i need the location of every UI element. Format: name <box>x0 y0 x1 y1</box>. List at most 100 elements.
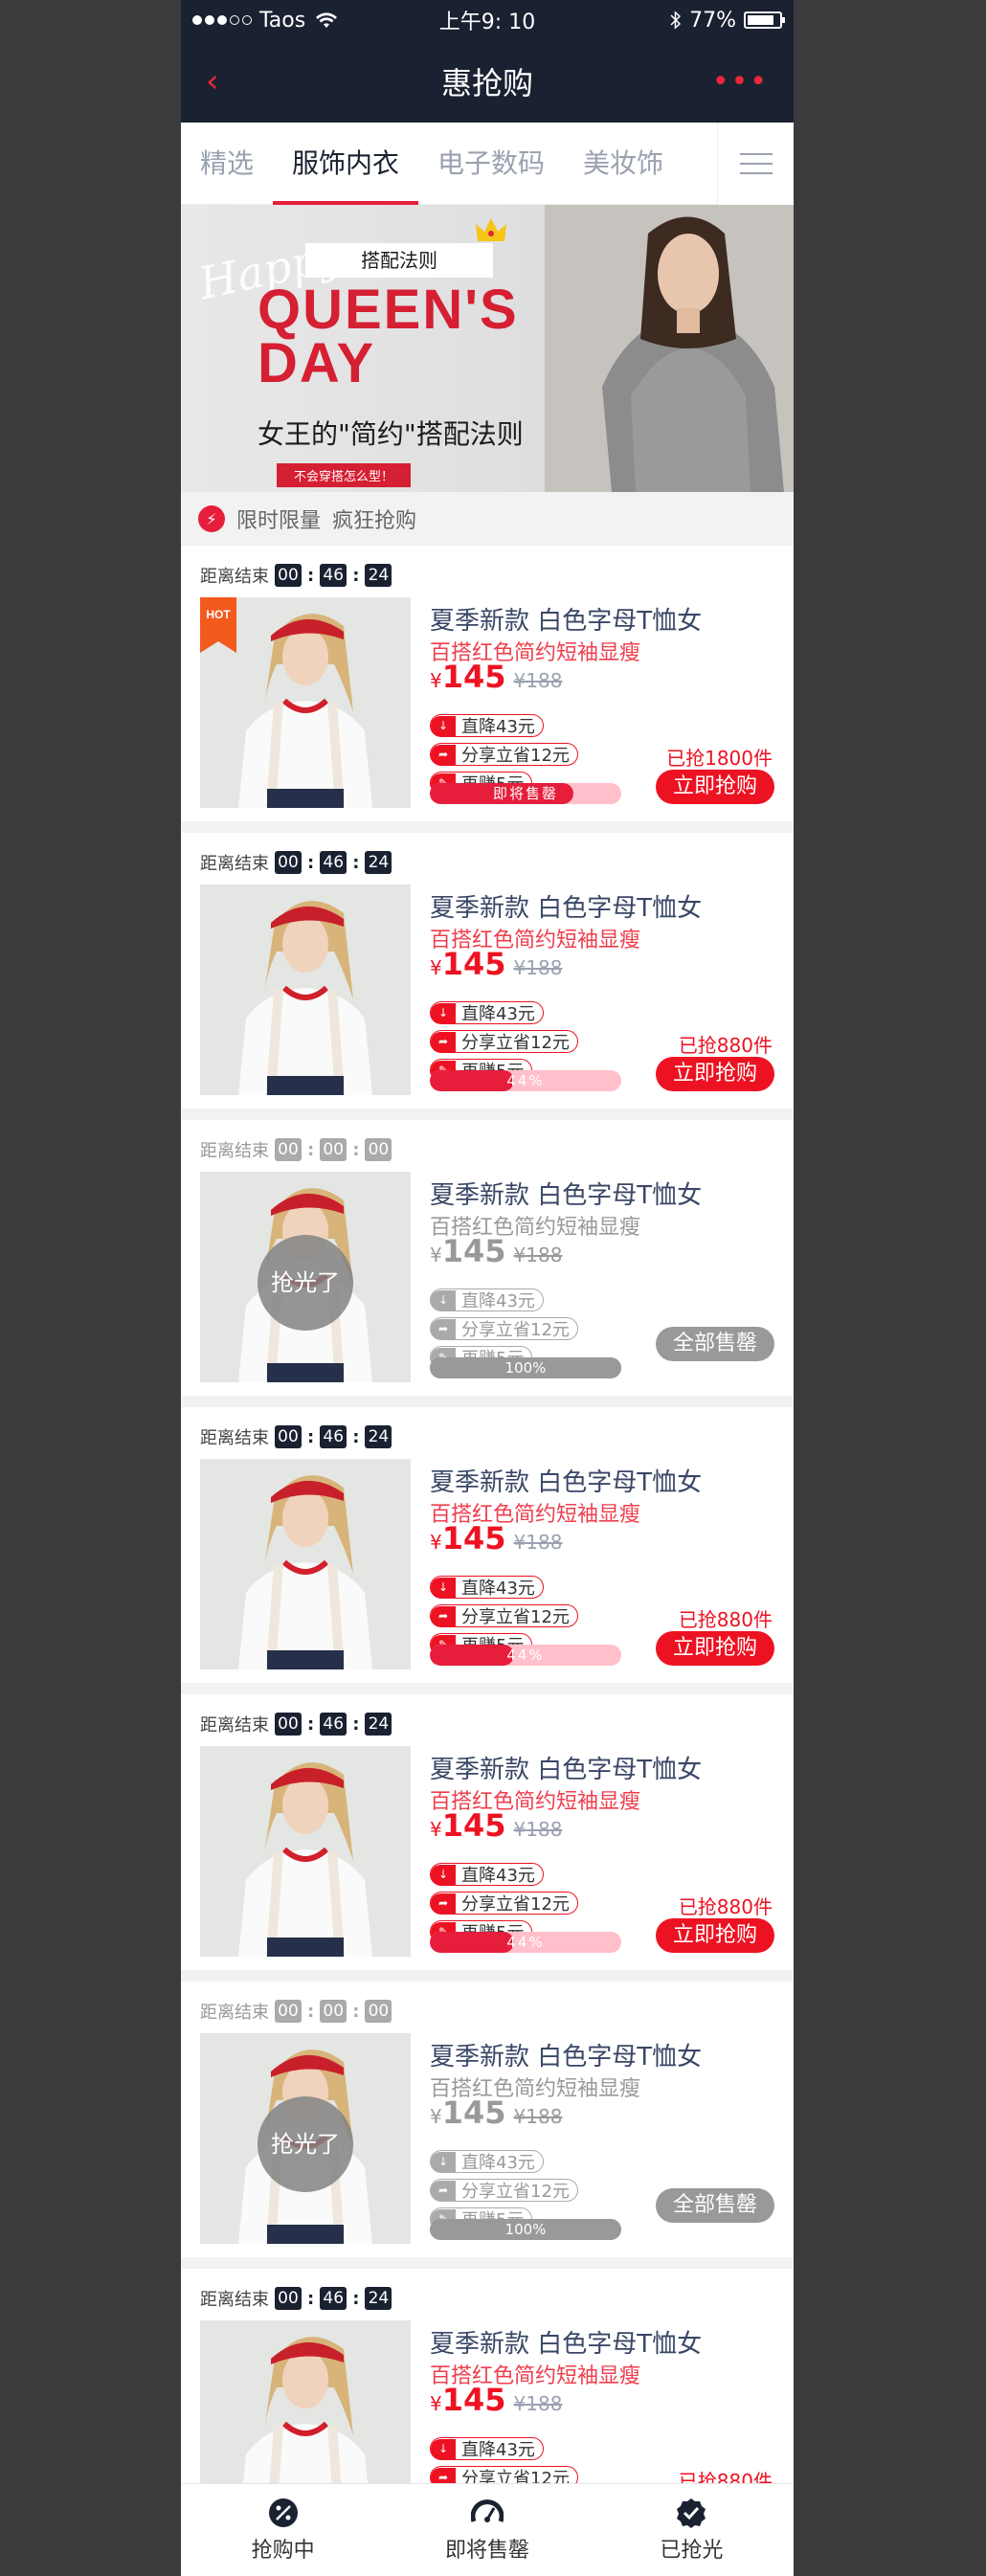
share-save-tag: ➦ 分享立省12元 <box>430 1892 578 1915</box>
product-title[interactable]: 夏季新款 白色字母T恤女 <box>430 1750 702 1785</box>
tab-apparel[interactable]: 服饰内衣 <box>273 123 419 205</box>
buy-now-button[interactable]: 立即抢购 <box>656 1918 774 1953</box>
share-icon: ➦ <box>431 2180 456 2201</box>
product-title[interactable]: 夏季新款 白色字母T恤女 <box>430 1463 702 1498</box>
countdown-label: 距离结束 <box>200 854 269 874</box>
tab-beauty[interactable]: 美妆饰 <box>564 123 683 205</box>
original-price: ¥188 <box>513 2105 563 2128</box>
buy-now-button[interactable]: 立即抢购 <box>656 1057 774 1091</box>
sales-progress-bar: 44% <box>430 1645 621 1666</box>
share-save-tag: ➦ 分享立省12元 <box>430 2179 578 2202</box>
share-icon: ➦ <box>431 1605 456 1626</box>
countdown-separator: : <box>352 1426 360 1447</box>
product-image[interactable]: 抢光了 <box>200 1172 411 1382</box>
product-image[interactable] <box>200 885 411 1095</box>
gauge-icon <box>470 2499 504 2522</box>
countdown-hours: 00 <box>275 564 302 587</box>
product-price: ¥145 ¥188 <box>430 1233 562 1269</box>
grabbed-count: 已抢880件 <box>678 1608 773 1631</box>
share-save-tag: ➦ 分享立省12元 <box>430 1317 578 1340</box>
category-tabs: 精选 服饰内衣 电子数码 美妆饰 <box>181 123 794 205</box>
price-drop-tag: ↓ 直降43元 <box>430 714 544 737</box>
product-image[interactable]: 抢光了 <box>200 2033 411 2244</box>
tag-label: 分享立省12元 <box>461 746 570 766</box>
sales-progress-bar: 即将售罄 <box>430 783 621 804</box>
bottom-nav-label: 即将售罄 <box>444 2539 529 2563</box>
arrow-down-icon: ↓ <box>431 1289 456 1310</box>
tag-label: 直降43元 <box>461 1291 535 1311</box>
price-drop-tag: ↓ 直降43元 <box>430 2437 544 2460</box>
currency-symbol: ¥ <box>430 669 442 692</box>
menu-icon[interactable] <box>717 123 794 205</box>
sale-price: 145 <box>441 659 506 695</box>
progress-text: 44% <box>506 1646 545 1664</box>
countdown-label: 距离结束 <box>200 2290 269 2310</box>
product-price: ¥145 ¥188 <box>430 2094 562 2131</box>
countdown: 距离结束 00:46:24 <box>200 2286 392 2311</box>
product-card[interactable]: 距离结束 00:46:24 夏季新款 白色字母T恤女 百搭红色简约短袖显瘦 ¥145 ¥1… <box>181 1694 794 1970</box>
sold-out-button: 全部售罄 <box>656 2188 774 2223</box>
product-image[interactable]: HOT <box>200 597 411 808</box>
tab-featured[interactable]: 精选 <box>181 123 273 205</box>
product-title[interactable]: 夏季新款 白色字母T恤女 <box>430 601 702 637</box>
countdown-separator: : <box>352 565 360 586</box>
product-image[interactable] <box>200 1746 411 1957</box>
countdown: 距离结束 00:46:24 <box>200 850 392 875</box>
bottom-nav-selling-out[interactable]: 即将售罄 <box>385 2484 589 2576</box>
buy-now-button[interactable]: 立即抢购 <box>656 770 774 804</box>
product-title[interactable]: 夏季新款 白色字母T恤女 <box>430 888 702 924</box>
original-price: ¥188 <box>513 2392 563 2415</box>
promo-banner[interactable]: Happy 搭配法则 QUEEN'S DAY 女王的"简约"搭配法则 不会穿搭怎… <box>181 205 794 492</box>
countdown-minutes: 46 <box>320 564 347 587</box>
countdown-seconds: 24 <box>365 851 392 874</box>
bottom-nav-sold-out[interactable]: 已抢光 <box>590 2484 794 2576</box>
product-price: ¥145 ¥188 <box>430 946 562 982</box>
more-icon[interactable]: ••• <box>712 65 769 99</box>
product-card[interactable]: 距离结束 00:46:24 夏季新款 白色字母T恤女 百搭红色简约短袖显瘦 ¥145 ¥1… <box>181 833 794 1109</box>
battery-icon <box>744 11 785 29</box>
countdown-hours: 00 <box>275 1713 302 1736</box>
check-badge-icon <box>677 2498 706 2528</box>
back-icon[interactable]: ‹ <box>206 62 219 101</box>
product-card[interactable]: 距离结束 00:00:00 抢光了 夏季新款 白色字母T恤女 百搭红色简约短袖显瘦 ¥14… <box>181 1982 794 2257</box>
sale-price: 145 <box>441 2382 506 2418</box>
product-price: ¥145 ¥188 <box>430 659 562 695</box>
countdown-separator: : <box>352 852 360 873</box>
sales-progress-bar: 100% <box>430 1357 621 1378</box>
sold-over-badge: 抢光了 <box>258 2096 353 2192</box>
price-drop-tag: ↓ 直降43元 <box>430 1576 544 1599</box>
product-card[interactable]: 距离结束 00:46:24 HOT 夏季新款 白色字母T恤女 百搭红色简约短袖显瘦 ¥14… <box>181 546 794 821</box>
banner-tip: 不会穿搭怎么型！ <box>277 463 412 487</box>
bottom-nav-label: 已抢光 <box>660 2539 724 2563</box>
product-card[interactable]: 距离结束 00:00:00 抢光了 夏季新款 白色字母T恤女 百搭红色简约短袖显瘦 ¥14… <box>181 1120 794 1396</box>
product-card[interactable]: 距离结束 00:46:24 夏季新款 白色字母T恤女 百搭红色简约短袖显瘦 ¥145 ¥1… <box>181 1407 794 1683</box>
bottom-nav-on-sale[interactable]: 抢购中 <box>181 2484 385 2576</box>
product-title[interactable]: 夏季新款 白色字母T恤女 <box>430 2324 702 2360</box>
countdown-hours: 00 <box>275 1138 302 1161</box>
product-image[interactable] <box>200 1459 411 1669</box>
tag-label: 分享立省12元 <box>461 2182 570 2202</box>
battery-percent: 77% <box>689 8 736 33</box>
countdown-hours: 00 <box>275 2287 302 2310</box>
countdown-separator: : <box>307 2288 315 2309</box>
countdown-separator: : <box>307 852 315 873</box>
product-title[interactable]: 夏季新款 白色字母T恤女 <box>430 2037 702 2072</box>
currency-symbol: ¥ <box>430 2392 442 2415</box>
product-title[interactable]: 夏季新款 白色字母T恤女 <box>430 1176 702 1211</box>
countdown-separator: : <box>307 2001 315 2022</box>
progress-text: 100% <box>504 1359 547 1377</box>
share-icon: ➦ <box>431 1318 456 1339</box>
countdown-seconds: 00 <box>365 1138 392 1161</box>
tab-electronics[interactable]: 电子数码 <box>418 123 564 205</box>
countdown-label: 距离结束 <box>200 1428 269 1448</box>
sale-price: 145 <box>441 2094 506 2131</box>
product-photo <box>200 1746 411 1957</box>
buy-now-button[interactable]: 立即抢购 <box>656 1631 774 1666</box>
countdown-hours: 00 <box>275 851 302 874</box>
original-price: ¥188 <box>513 1243 563 1266</box>
countdown-separator: : <box>352 2288 360 2309</box>
original-price: ¥188 <box>513 1531 563 1554</box>
sale-price: 145 <box>441 946 506 982</box>
share-save-tag: ➦ 分享立省12元 <box>430 743 578 766</box>
countdown-minutes: 46 <box>320 851 347 874</box>
